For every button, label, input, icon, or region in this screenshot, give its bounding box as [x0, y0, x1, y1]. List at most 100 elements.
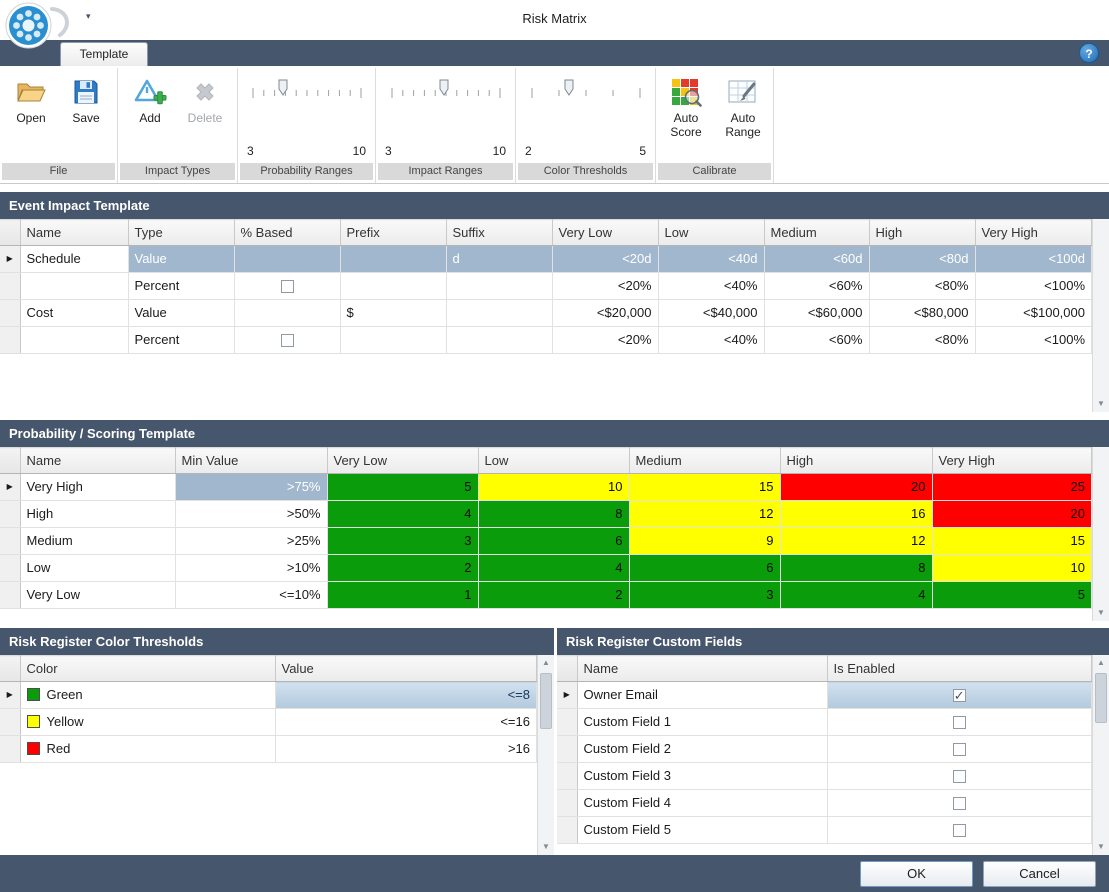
cell-name[interactable]: Very Low [20, 582, 175, 609]
cell-score-very-high[interactable]: 20 [932, 501, 1092, 528]
cell-name[interactable]: Medium [20, 528, 175, 555]
column-header-very-low[interactable]: Very Low [327, 448, 478, 474]
column-header-low[interactable]: Low [478, 448, 629, 474]
cell-low[interactable]: <40d [658, 246, 764, 273]
cell-name[interactable]: Custom Field 5 [577, 817, 827, 844]
cell-score-very-high[interactable]: 25 [932, 474, 1092, 501]
cell-score-medium[interactable]: 12 [629, 501, 780, 528]
impact-ranges-slider[interactable] [387, 76, 505, 106]
cell-score-low[interactable]: 6 [478, 528, 629, 555]
column-header-value[interactable]: Value [275, 656, 537, 682]
table-row[interactable]: Custom Field 5 [557, 817, 1092, 844]
cell-value[interactable]: >16 [275, 736, 537, 763]
cell-percent-based[interactable] [234, 327, 340, 354]
app-logo-icon[interactable] [5, 2, 52, 49]
open-button[interactable]: Open [5, 71, 57, 126]
color-thresholds-slider[interactable] [527, 76, 645, 106]
enabled-checkbox[interactable] [953, 797, 966, 810]
cell-name[interactable] [20, 273, 128, 300]
cell-name[interactable]: Very High [20, 474, 175, 501]
delete-impact-type-button[interactable]: Delete [179, 71, 231, 126]
column-header-low[interactable]: Low [658, 220, 764, 246]
scroll-down-icon[interactable]: ▼ [1093, 839, 1109, 855]
cell-very-low[interactable]: <20% [552, 327, 658, 354]
help-button[interactable]: ? [1079, 43, 1099, 63]
save-button[interactable]: Save [60, 71, 112, 126]
cell-prefix[interactable] [340, 246, 446, 273]
table-row[interactable]: High >50% 4 8 12 16 20 [0, 501, 1092, 528]
table-row[interactable]: Medium >25% 3 6 9 12 15 [0, 528, 1092, 555]
cell-name[interactable]: Custom Field 2 [577, 736, 827, 763]
cell-name[interactable]: Custom Field 3 [577, 763, 827, 790]
column-header-medium[interactable]: Medium [629, 448, 780, 474]
add-impact-type-button[interactable]: Add [124, 71, 176, 126]
column-header-medium[interactable]: Medium [764, 220, 869, 246]
cell-score-high[interactable]: 20 [780, 474, 932, 501]
cell-score-high[interactable]: 4 [780, 582, 932, 609]
cell-score-low[interactable]: 8 [478, 501, 629, 528]
table-row[interactable]: ▶ Schedule Value d <20d <40d <60d <80d <… [0, 246, 1092, 273]
probability-ranges-slider[interactable] [248, 76, 366, 106]
scroll-down-icon[interactable]: ▼ [1093, 605, 1109, 621]
column-header-name[interactable]: Name [20, 448, 175, 474]
auto-range-button[interactable]: Auto Range [716, 71, 770, 140]
cell-score-high[interactable]: 16 [780, 501, 932, 528]
cell-score-high[interactable]: 8 [780, 555, 932, 582]
cell-high[interactable]: <$80,000 [869, 300, 975, 327]
cell-value[interactable]: <=8 [275, 682, 537, 709]
table-row[interactable]: Yellow <=16 [0, 709, 537, 736]
cell-score-very-high[interactable]: 15 [932, 528, 1092, 555]
scroll-thumb[interactable] [540, 673, 552, 729]
cell-score-high[interactable]: 12 [780, 528, 932, 555]
table-row[interactable]: ▶ Green <=8 [0, 682, 537, 709]
vertical-scrollbar[interactable]: ▲ ▼ [537, 655, 554, 855]
cell-suffix[interactable]: d [446, 246, 552, 273]
cell-suffix[interactable] [446, 327, 552, 354]
cell-medium[interactable]: <60% [764, 273, 869, 300]
cell-name[interactable]: Custom Field 1 [577, 709, 827, 736]
tab-template[interactable]: Template [60, 42, 148, 66]
cell-value[interactable]: <=16 [275, 709, 537, 736]
cell-very-high[interactable]: <100% [975, 273, 1092, 300]
enabled-checkbox[interactable] [953, 689, 966, 702]
column-header-high[interactable]: High [869, 220, 975, 246]
cell-type[interactable]: Value [128, 246, 234, 273]
enabled-checkbox[interactable] [953, 716, 966, 729]
cell-name[interactable]: High [20, 501, 175, 528]
cell-is-enabled[interactable] [827, 790, 1092, 817]
table-row[interactable]: ▶ Very High >75% 5 10 15 20 25 [0, 474, 1092, 501]
cell-name[interactable] [20, 327, 128, 354]
scroll-down-icon[interactable]: ▼ [1093, 396, 1109, 412]
table-row[interactable]: Custom Field 2 [557, 736, 1092, 763]
cell-name[interactable]: Cost [20, 300, 128, 327]
enabled-checkbox[interactable] [953, 824, 966, 837]
column-header-suffix[interactable]: Suffix [446, 220, 552, 246]
cell-prefix[interactable]: $ [340, 300, 446, 327]
table-row[interactable]: Low >10% 2 4 6 8 10 [0, 555, 1092, 582]
vertical-scrollbar[interactable]: ▼ [1092, 219, 1109, 412]
cell-score-medium[interactable]: 6 [629, 555, 780, 582]
cell-name[interactable]: Custom Field 4 [577, 790, 827, 817]
cell-low[interactable]: <$40,000 [658, 300, 764, 327]
cancel-button[interactable]: Cancel [983, 861, 1096, 887]
cell-type[interactable]: Percent [128, 273, 234, 300]
percent-based-checkbox[interactable] [281, 334, 294, 347]
cell-very-low[interactable]: <20d [552, 246, 658, 273]
cell-high[interactable]: <80% [869, 327, 975, 354]
cell-prefix[interactable] [340, 327, 446, 354]
cell-suffix[interactable] [446, 273, 552, 300]
cell-score-low[interactable]: 10 [478, 474, 629, 501]
column-header-high[interactable]: High [780, 448, 932, 474]
cell-color[interactable]: Red [20, 736, 275, 763]
cell-min-value[interactable]: >50% [175, 501, 327, 528]
column-header-name[interactable]: Name [577, 656, 827, 682]
cell-score-very-low[interactable]: 5 [327, 474, 478, 501]
cell-type[interactable]: Percent [128, 327, 234, 354]
cell-medium[interactable]: <60d [764, 246, 869, 273]
table-row[interactable]: Cost Value $ <$20,000 <$40,000 <$60,000 … [0, 300, 1092, 327]
enabled-checkbox[interactable] [953, 743, 966, 756]
cell-high[interactable]: <80d [869, 246, 975, 273]
column-header-is-enabled[interactable]: Is Enabled [827, 656, 1092, 682]
auto-score-button[interactable]: Auto Score [659, 71, 713, 140]
cell-high[interactable]: <80% [869, 273, 975, 300]
